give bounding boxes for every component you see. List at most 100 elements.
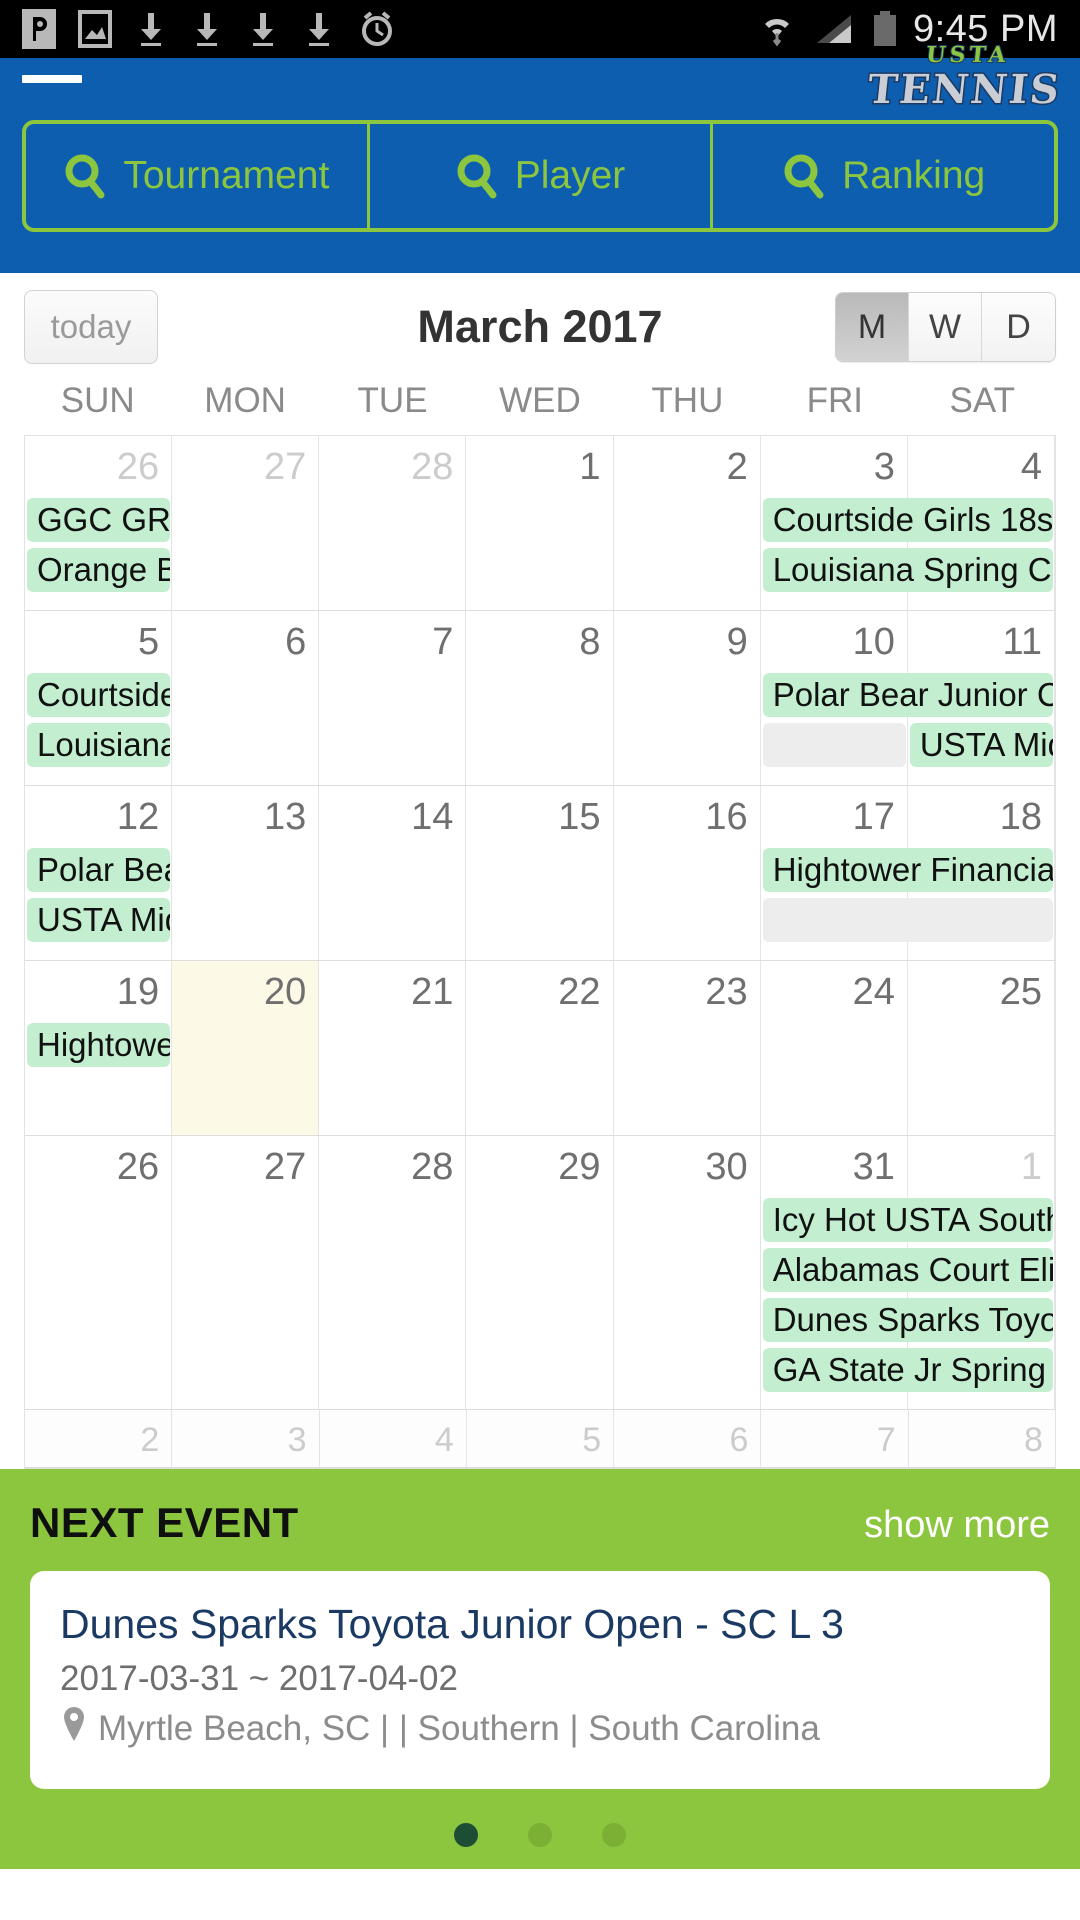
carousel-dot[interactable] xyxy=(602,1823,626,1847)
search-player-button[interactable]: Player xyxy=(370,124,714,228)
calendar-day-number: 6 xyxy=(729,1421,749,1459)
calendar-day-number: 26 xyxy=(116,446,160,488)
calendar-day-number: 12 xyxy=(116,796,160,838)
calendar-event-placeholder xyxy=(762,898,1053,942)
calendar-day-number: 26 xyxy=(116,1146,160,1188)
calendar-event-pill[interactable]: GA State Jr Spring Op xyxy=(762,1348,1053,1392)
calendar-day-number: 3 xyxy=(287,1421,307,1459)
calendar-day-number: 31 xyxy=(852,1146,895,1188)
day-header-wed: WED xyxy=(499,381,581,420)
calendar-day-cell[interactable]: 5 xyxy=(467,1410,615,1467)
search-button-group: Tournament Player Ranking xyxy=(22,120,1058,232)
calendar-event-pill[interactable]: Courtside Girls 18s C xyxy=(762,498,1053,542)
pushbullet-icon xyxy=(22,9,56,49)
download-icon xyxy=(134,9,168,49)
search-icon xyxy=(63,153,109,199)
calendar-day-number: 10 xyxy=(852,621,895,663)
calendar-event-pill[interactable]: Hightower Financial J xyxy=(762,848,1053,892)
calendar-week-row: 26 27 28 1 2 3 4 GGC GRIZ Orange Ba Courtside Gir… xyxy=(25,436,1055,611)
calendar-event-pill[interactable]: GGC GRIZ xyxy=(27,498,171,542)
day-header-sat: SAT xyxy=(949,381,1015,420)
calendar-day-number: 3 xyxy=(873,446,895,488)
search-player-label: Player xyxy=(514,154,626,197)
next-event-card-location: Myrtle Beach, SC | | Southern | South Ca… xyxy=(98,1708,820,1748)
calendar-event-pill[interactable]: Orange Ba xyxy=(27,548,171,592)
app-logo-top-text: USTA xyxy=(924,41,1012,69)
calendar-day-cell[interactable]: 7 xyxy=(761,1410,909,1467)
app-logo-main-text: TENNIS xyxy=(864,65,1065,115)
calendar-day-cell[interactable]: 6 xyxy=(614,1410,762,1467)
calendar-day-number: 14 xyxy=(411,796,454,838)
app-logo: USTA TENNIS xyxy=(864,41,1065,115)
calendar-day-number: 4 xyxy=(1020,446,1042,488)
view-day-button[interactable]: D xyxy=(982,293,1055,361)
calendar-event-layer: GGC GRIZ Orange Ba Courtside Girls 18s C Lo… xyxy=(25,498,1055,610)
calendar-day-cell[interactable]: 8 xyxy=(909,1410,1055,1467)
search-ranking-button[interactable]: Ranking xyxy=(713,124,1054,228)
calendar-day-number: 5 xyxy=(138,621,160,663)
calendar-event-pill[interactable]: Louisiana xyxy=(27,723,171,767)
screenshot-icon xyxy=(78,9,112,49)
calendar-event-placeholder xyxy=(762,723,906,767)
calendar-day-number: 5 xyxy=(582,1421,602,1459)
next-event-panel: NEXT EVENT show more Dunes Sparks Toyota… xyxy=(0,1469,1080,1869)
day-header-sun: SUN xyxy=(60,381,135,420)
calendar-day-number: 21 xyxy=(411,971,454,1013)
calendar-day-number: 1 xyxy=(1020,1146,1042,1188)
show-more-link[interactable]: show more xyxy=(864,1504,1050,1547)
calendar-event-pill[interactable]: Hightowe xyxy=(27,1023,171,1067)
calendar-event-pill[interactable]: Polar Bea xyxy=(27,848,171,892)
calendar-event-pill[interactable]: Dunes Sparks Toyota xyxy=(762,1298,1053,1342)
calendar-day-headers: SUN MON TUE WED THU FRI SAT xyxy=(0,381,1080,435)
download-icon xyxy=(190,9,224,49)
calendar-day-cell[interactable]: 2 xyxy=(25,1410,173,1467)
calendar-day-number: 19 xyxy=(116,971,160,1013)
calendar-week-row: 2 3 4 5 6 7 8 xyxy=(25,1410,1055,1468)
calendar-day-number: 28 xyxy=(411,446,454,488)
calendar-event-layer: Courtside Louisiana Polar Bear Junior Cla U… xyxy=(25,673,1055,785)
calendar-day-number: 13 xyxy=(264,796,307,838)
calendar-event-pill[interactable]: Polar Bear Junior Cla xyxy=(762,673,1053,717)
next-event-card-dates: 2017-03-31 ~ 2017-04-02 xyxy=(60,1659,458,1698)
battery-icon xyxy=(871,9,899,49)
carousel-dot[interactable] xyxy=(528,1823,552,1847)
calendar-day-number: 1 xyxy=(579,446,601,488)
today-button[interactable]: today xyxy=(24,290,158,364)
header-accent-bar xyxy=(22,75,82,83)
calendar-day-number: 25 xyxy=(999,971,1042,1013)
app-header: USTA TENNIS Tournament Player Ranking xyxy=(0,41,1080,273)
day-header-fri: FRI xyxy=(806,381,864,420)
calendar-day-number: 30 xyxy=(705,1146,748,1188)
calendar-day-number: 23 xyxy=(705,971,748,1013)
calendar-event-pill[interactable]: Alabamas Court Elite xyxy=(762,1248,1053,1292)
search-icon xyxy=(782,153,828,199)
download-icon xyxy=(302,9,336,49)
calendar-event-pill[interactable]: Icy Hot USTA Southe xyxy=(762,1198,1053,1242)
calendar-grid: 2627281234GGC GRIZOrange BaCourtside Gir… xyxy=(24,435,1056,1469)
search-ranking-label: Ranking xyxy=(842,154,986,197)
calendar-day-cell[interactable]: 4 xyxy=(320,1410,467,1467)
calendar-event-pill[interactable]: Louisiana Spring Cha xyxy=(762,548,1053,592)
calendar-day-number: 29 xyxy=(558,1146,601,1188)
calendar-event-pill[interactable]: USTA Mid xyxy=(27,898,171,942)
next-event-card-title: Dunes Sparks Toyota Junior Open - SC L 3 xyxy=(60,1601,844,1647)
view-month-button[interactable]: M xyxy=(836,293,909,361)
calendar-day-number: 9 xyxy=(726,621,748,663)
calendar-week-row: 26 27 28 29 30 31 1 Icy Hot USTA Southe Alabamas… xyxy=(25,1136,1055,1410)
calendar-day-cell[interactable]: 3 xyxy=(172,1410,320,1467)
calendar-event-pill[interactable]: USTA Mid xyxy=(909,723,1053,767)
calendar-day-number: 7 xyxy=(432,621,454,663)
search-tournament-button[interactable]: Tournament xyxy=(26,124,370,228)
calendar-day-number: 8 xyxy=(579,621,601,663)
day-header-tue: TUE xyxy=(357,381,428,420)
calendar-event-layer: Polar Bea USTA Mid Hightower Financial J xyxy=(25,848,1055,960)
alarm-clock-icon xyxy=(358,9,396,49)
view-week-button[interactable]: W xyxy=(909,293,982,361)
carousel-dot[interactable] xyxy=(454,1823,478,1847)
calendar-day-number: 27 xyxy=(264,1146,307,1188)
next-event-card[interactable]: Dunes Sparks Toyota Junior Open - SC L 3… xyxy=(30,1571,1050,1789)
carousel-pagination xyxy=(0,1823,1080,1847)
calendar-event-layer: Icy Hot USTA Southe Alabamas Court Elite D… xyxy=(25,1198,1055,1409)
calendar-event-pill[interactable]: Courtside xyxy=(27,673,171,717)
calendar-day-number: 17 xyxy=(852,796,895,838)
